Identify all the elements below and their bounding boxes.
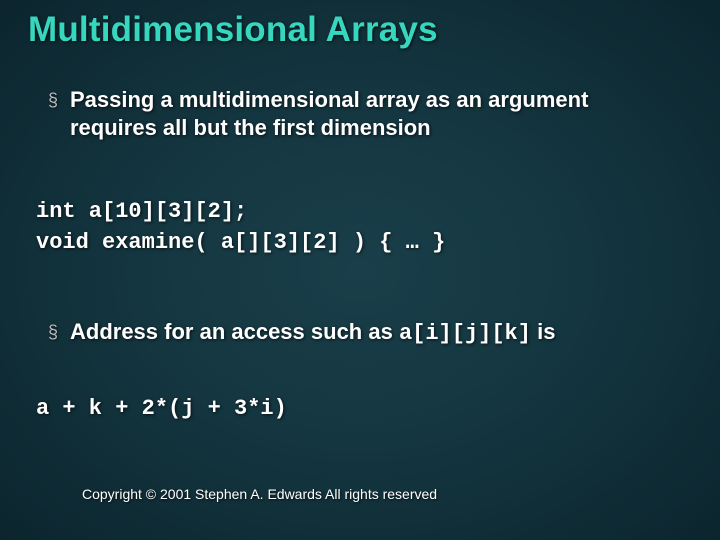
bullet2-prefix: Address for an access such as: [70, 319, 399, 344]
slide-title: Multidimensional Arrays: [28, 10, 438, 50]
list-item: § Passing a multidimensional array as an…: [48, 86, 680, 142]
list-item: § Address for an access such as a[i][j][…: [48, 318, 680, 348]
slide: Multidimensional Arrays § Passing a mult…: [0, 0, 720, 540]
code-block-1: int a[10][3][2]; void examine( a[][3][2]…: [36, 196, 445, 258]
bullet-icon: §: [48, 86, 70, 114]
inline-code: a[i][j][k]: [399, 321, 531, 346]
code-block-2: a + k + 2*(j + 3*i): [36, 396, 287, 421]
bullet-list-2: § Address for an access such as a[i][j][…: [48, 318, 680, 354]
bullet-list-1: § Passing a multidimensional array as an…: [48, 86, 680, 148]
copyright-footer: Copyright © 2001 Stephen A. Edwards All …: [82, 486, 437, 502]
bullet-text: Passing a multidimensional array as an a…: [70, 86, 680, 142]
bullet2-suffix: is: [531, 319, 555, 344]
bullet-text: Address for an access such as a[i][j][k]…: [70, 318, 680, 348]
bullet-icon: §: [48, 318, 70, 346]
